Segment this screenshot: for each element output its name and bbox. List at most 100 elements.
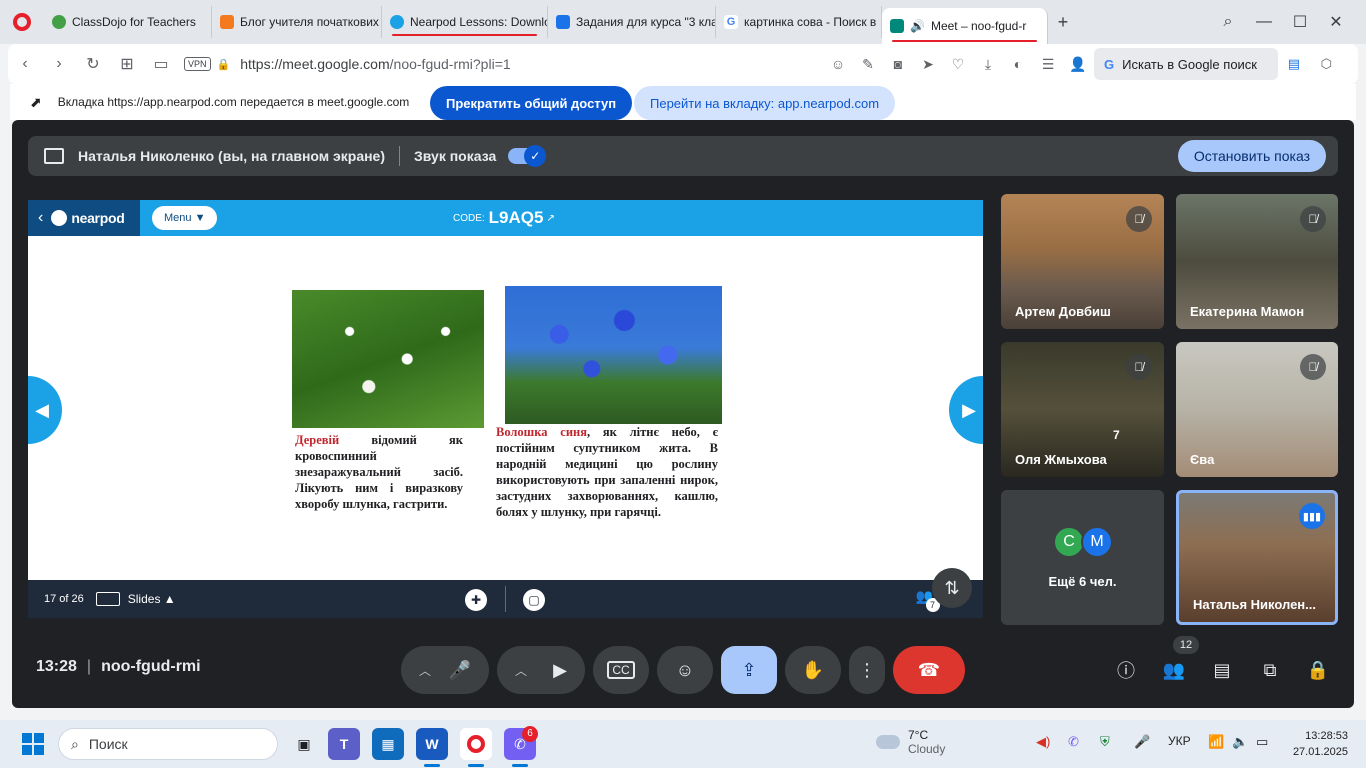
tab-blog[interactable]: Блог учителя початкових [212,6,382,38]
send-icon[interactable]: ➤ [918,56,938,73]
search-tabs-icon[interactable]: ⌕ [1210,0,1246,44]
tab-title: картинка сова - Поиск в [744,15,877,29]
host-controls-lock-icon[interactable]: 🔒 [1304,656,1332,684]
viber-tray-icon[interactable]: ✆ [1068,734,1079,750]
task-view-icon[interactable]: ▣ [288,728,320,760]
download-icon[interactable]: ⤓ [978,56,998,73]
taskbar-search[interactable]: ⌕ Поиск [58,728,278,760]
raise-hand-button[interactable]: ✋ [785,646,841,694]
minimize-icon[interactable]: — [1246,0,1282,44]
swap-layout-button[interactable]: ⇅ [932,568,972,608]
wallet-icon[interactable]: ▤ [1288,56,1300,72]
weather-desc: Cloudy [908,742,946,756]
easy-setup-icon[interactable]: ☰ [1038,56,1058,73]
chevron-up-icon[interactable]: ︿ [419,662,431,679]
heart-icon[interactable]: ♡ [948,56,968,73]
more-options-button[interactable]: ⋮ [849,646,885,694]
profile-icon[interactable]: 👤 [1068,56,1088,73]
cube-icon[interactable]: ⬡ [1321,56,1332,72]
speaker-icon[interactable]: 🔊 [910,19,925,33]
add-activity-icon[interactable]: ✚ [465,589,487,611]
wifi-icon[interactable]: 📶 [1208,734,1224,750]
tab-google-search[interactable]: G картинка сова - Поиск в [716,6,882,38]
participant-tile[interactable]: 🎙̸ Артем Довбиш [1001,194,1164,329]
camera-icon[interactable]: ▭ [144,54,178,74]
back-chevron-icon[interactable]: ‹ [38,209,43,227]
phone-hangup-icon: ☎ [917,659,941,680]
external-link-icon: ↗ [546,212,555,224]
language-indicator[interactable]: УКР [1168,734,1191,748]
url-field[interactable]: https://meet.google.com/noo-fgud-rmi?pli… [240,56,510,72]
google-search-box[interactable]: G Искать в Google поиск [1094,48,1278,80]
windows-taskbar: ⌕ Поиск ▣ T ▦ W ✆ 6 7°C Cloudy ◀) ✆ ⛨ 🎤 … [0,720,1366,768]
reload-icon[interactable]: ↻ [76,54,110,74]
microphone-tray-icon[interactable]: 🎤 [1134,734,1150,750]
tab-title: Задания для курса "3 кла [576,15,716,29]
students-icon[interactable]: 👥 7 [916,588,940,612]
participant-tile[interactable]: 🎙̸ 7 Оля Жмыхова [1001,342,1164,477]
theme-icon[interactable]: ◐ [1008,56,1028,72]
tab-classroom[interactable]: Задания для курса "3 кла [548,6,716,38]
opera-taskbar-icon[interactable] [460,728,492,760]
tab-title: Meet – noo-fgud-r [930,19,1027,33]
battery-icon[interactable]: ▭ [1256,734,1268,750]
chat-icon[interactable]: ▤ [1208,656,1236,684]
speaking-indicator-icon: ▮▮▮ [1299,503,1325,529]
word-icon[interactable]: W [416,728,448,760]
close-icon[interactable]: ✕ [1318,0,1354,44]
participant-tile-self[interactable]: ▮▮▮ Наталья Николен... [1176,490,1338,625]
cloud-icon [876,735,900,749]
camera-control[interactable]: ︿ ▶ [497,646,585,694]
weather-widget[interactable]: 7°C Cloudy [876,728,945,756]
participant-tile[interactable]: 🎙̸ Єва [1176,342,1338,477]
slides-icon[interactable] [95,592,120,606]
speaker-icon[interactable]: 🔈 [1232,734,1248,750]
microphone-icon[interactable]: 🎤 [449,660,471,681]
stop-sharing-button[interactable]: Прекратить общий доступ [430,86,633,120]
next-slide-button[interactable]: ▶ [949,376,983,444]
activities-icon[interactable]: ⧉ [1256,656,1284,684]
more-participants-tile[interactable]: С М Ещё 6 чел. [1001,490,1164,625]
previous-slide-button[interactable]: ◀ [28,376,62,444]
share-audio-toggle[interactable]: ✓ [508,145,547,167]
video-camera-icon[interactable]: ▶ [553,660,567,681]
people-icon[interactable]: 👥 [1160,656,1188,684]
present-now-button[interactable]: ⇪ [721,646,777,694]
clock[interactable]: 13:28:53 27.01.2025 [1293,728,1348,760]
slides-toggle[interactable]: Slides ▲ [128,592,176,606]
chevron-up-icon[interactable]: ︿ [515,662,527,679]
stop-presenting-button[interactable]: Остановить показ [1177,140,1326,172]
nearpod-menu-button[interactable]: Menu ▼ [152,206,218,230]
store-icon[interactable]: ▦ [372,728,404,760]
security-tray-icon[interactable]: ⛨ [1100,734,1110,750]
chat-bubble-icon[interactable]: ▢ [523,589,545,611]
windows-start-icon[interactable] [22,733,44,755]
vpn-badge[interactable]: VPN [184,57,211,71]
clock-time: 13:28:53 [1305,730,1348,742]
volume-tray-icon[interactable]: ◀) [1036,734,1050,750]
info-icon[interactable]: ⓘ [1112,656,1140,684]
back-icon[interactable]: ‹ [8,55,42,73]
leave-call-button[interactable]: ☎ [893,646,965,694]
microphone-control[interactable]: ︿ 🎤 [401,646,489,694]
reactions-button[interactable]: ☺ [657,646,713,694]
tab-nearpod[interactable]: Nearpod Lessons: Downlo [382,6,548,38]
emoji-icon[interactable]: ☺ [828,56,848,72]
forward-icon[interactable]: › [42,55,76,73]
session-code[interactable]: CODE: L9AQ5 ↗ [453,200,555,236]
participant-tile[interactable]: 🎙̸ Екатерина Мамон [1176,194,1338,329]
tab-sharing-underline [392,34,537,36]
edit-icon[interactable]: ✎ [858,56,878,73]
snapshot-icon[interactable]: ◙ [888,56,908,72]
maximize-icon[interactable]: ☐ [1282,0,1318,44]
tab-classdojo[interactable]: ClassDojo for Teachers [44,6,212,38]
participant-name: Єва [1190,452,1215,467]
tab-meet[interactable]: 🔊 Meet – noo-fgud-r [882,8,1048,44]
opera-logo-icon[interactable] [0,0,44,44]
teams-icon[interactable]: T [328,728,360,760]
lock-icon[interactable]: 🔒 [217,58,231,71]
new-tab-button[interactable]: + [1048,12,1078,33]
go-to-tab-button[interactable]: Перейти на вкладку: app.nearpod.com [634,86,896,120]
captions-button[interactable]: CC [593,646,649,694]
apps-grid-icon[interactable]: ⊞ [110,54,144,74]
